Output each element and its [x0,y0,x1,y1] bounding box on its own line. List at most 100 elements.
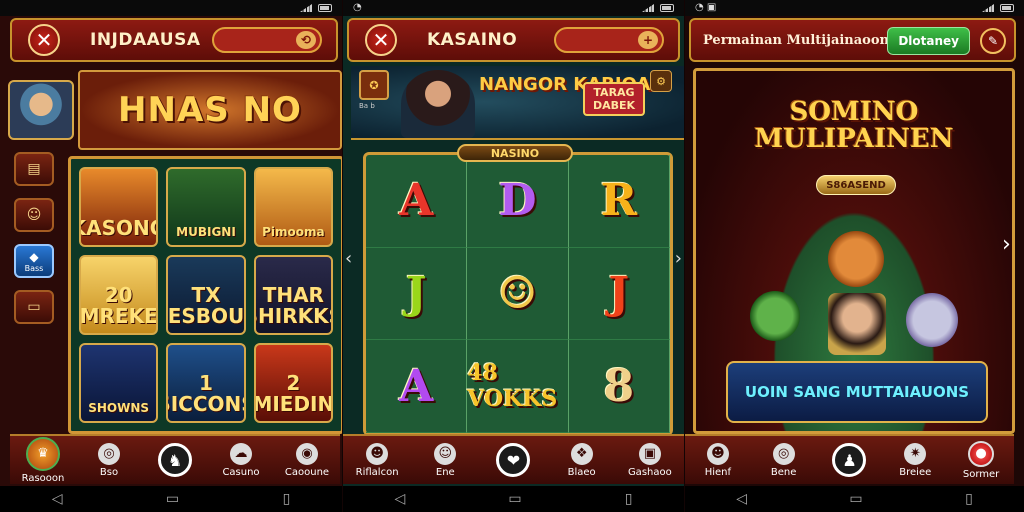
face-icon: ☻ [366,442,389,465]
back-nav-icon[interactable]: ◁ [395,491,406,507]
nav-item-sormer[interactable]: ● Sormer [952,440,1010,480]
home-nav-icon[interactable]: ▭ [849,491,862,507]
game-tile[interactable]: THAR SHIRKKS [253,255,333,335]
avatar[interactable] [8,80,74,140]
home-nav-icon[interactable]: ▭ [508,491,521,507]
multiplayer-stage[interactable]: SOMINO MULIPAINEN S86ASEND UOIN SANG MUT… [693,68,1015,434]
nav-item-breiee[interactable]: ✷ Breiee [886,442,944,478]
search-input[interactable]: + [554,27,664,53]
nav-item-gashaoo[interactable]: ▣ Gashaoo [621,442,679,478]
brand-badge: TARAG DABEK [583,82,645,116]
notification-icon: ◔ ▣ [695,2,717,13]
nav-item-home[interactable]: ♛ Rasooon [14,436,72,484]
game-header: ✪ Ba b NANGOR KABIOAK TARAG DABEK ⚙ [351,66,684,140]
knight-icon: ♞ [158,443,192,477]
fox-character [828,231,884,287]
heart-icon: ❤ [496,443,531,477]
app-title: Permainan Multijainaoon [703,32,889,48]
nav-item-bene[interactable]: ◎ Bene [755,442,813,478]
close-button[interactable]: ✕ [28,24,60,56]
logo-label: Ba b [359,102,375,110]
recent-nav-icon[interactable]: ▯ [625,491,633,507]
status-bar [0,0,342,16]
game-tile[interactable]: KASONO [79,167,159,247]
top-bar: ✕ INJDAAUSA ⟲ [10,18,338,62]
notification-icon: ◔ [353,2,362,13]
app-title: INJDAAUSA [90,30,201,50]
nav-item-ene[interactable]: ☺ Ene [416,442,474,478]
right-arrow-icon[interactable]: › [675,248,682,269]
left-arrow-icon[interactable]: ‹ [345,248,352,269]
reel-symbol: A [366,340,468,433]
signal-icon [300,4,312,12]
search-input[interactable]: ⟲ [212,27,322,53]
top-bar: ✕ KASAINO + [347,18,680,62]
nav-item-casuno[interactable]: ☁ Casuno [212,442,270,478]
reel-symbol: J [366,247,468,341]
reel-symbol: J [568,247,670,341]
wallet-icon: ▤ [27,161,41,177]
status-bar: ◔ ▣ [685,0,1024,16]
reel-symbol: 48 VOKKS [467,340,569,433]
nav-item-play[interactable]: ❤ [484,443,542,477]
game-tile[interactable]: 1 SICCONS [166,343,246,423]
recent-nav-icon[interactable]: ▯ [965,491,973,507]
dice-icon: ❖ [570,442,593,465]
pawn-icon: ♟ [832,443,867,477]
app-title: KASAINO [427,30,518,50]
burst-icon: ✷ [904,442,927,465]
back-nav-icon[interactable]: ◁ [736,491,747,507]
window-icon: ▭ [27,299,41,315]
status-bar: ◔ [343,0,684,16]
edit-icon[interactable]: ✎ [980,28,1006,54]
slot-reels[interactable]: A D R J ☺ J A 48 VOKKS 8 [363,152,673,436]
nav-item-play[interactable]: ♟ [820,443,878,477]
triple-phone-screens: ✕ INJDAAUSA ⟲ ▤ ☺ ◆ Bass ▭ HNAS NO KASON… [0,0,1024,512]
screen-casino-lobby: ✕ INJDAAUSA ⟲ ▤ ☺ ◆ Bass ▭ HNAS NO KASON… [0,0,342,512]
close-button[interactable]: ✕ [365,24,397,56]
settings-icon[interactable]: ⚙ [650,70,672,92]
sidebar-item-window[interactable]: ▭ [14,290,54,324]
battery-icon [1000,4,1014,12]
sidebar-item-pet[interactable]: ☺ [14,198,54,232]
lobby-banner[interactable]: HNAS NO [78,70,342,150]
nav-item-riflalcon[interactable]: ☻ Riflalcon [348,442,406,478]
game-grid: KASONO MUBIGNI Pimooma 20 SMREKES TX ESB… [68,156,342,434]
game-tile[interactable]: TX ESBOU [166,255,246,335]
back-nav-icon[interactable]: ◁ [52,491,63,507]
screen-multiplayer: ◔ ▣ Permainan Multijainaoon Dlotaney ✎ S… [685,0,1024,512]
join-pill-button[interactable]: S86ASEND [816,175,896,195]
reel-symbol: ☺ [467,247,569,341]
deposit-button[interactable]: Dlotaney [887,27,970,55]
sidebar-item-label: Bass [24,263,44,273]
nav-item-hienf[interactable]: ☻ Hienf [689,442,747,478]
nav-item-play[interactable]: ♞ [146,443,204,477]
game-tile[interactable]: MUBIGNI [166,167,246,247]
nav-item-caooune[interactable]: ◉ Caooune [278,442,336,478]
plus-icon[interactable]: + [638,31,658,49]
record-icon: ● [968,440,995,467]
right-arrow-icon[interactable]: › [1002,232,1020,272]
gem-icon: ◆ [29,249,39,264]
nav-item-bso[interactable]: ◎ Bso [80,442,138,478]
game-tile[interactable]: Pimooma [253,167,333,247]
smile-icon: ☺ [434,442,457,465]
reel-symbol: R [568,155,670,248]
recent-nav-icon[interactable]: ▯ [283,491,291,507]
home-nav-icon[interactable]: ▭ [166,491,179,507]
game-tile[interactable]: SHOWNS [79,343,159,423]
game-tile[interactable]: 2 MIEDIN [253,343,333,423]
player-character [828,293,886,355]
target-icon: ◎ [772,442,795,465]
nav-item-blaeo[interactable]: ❖ Blaeo [553,442,611,478]
logo-icon[interactable]: ✪ [359,70,389,100]
system-nav: ◁ ▭ ▯ [685,486,1024,512]
join-banner[interactable]: UOIN SANG MUTTAIAUONS [726,361,988,423]
back-icon[interactable]: ⟲ [296,31,316,49]
cat-character [750,291,800,341]
game-tile[interactable]: 20 SMREKES [79,255,159,335]
sidebar-item-bass[interactable]: ◆ Bass [14,244,54,278]
signal-icon [982,4,994,12]
sidebar-item-wallet[interactable]: ▤ [14,152,54,186]
battery-icon [318,4,332,12]
